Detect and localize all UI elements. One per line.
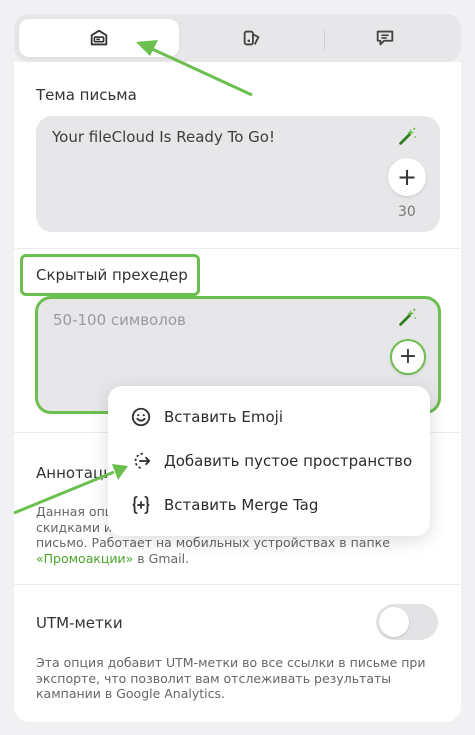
subject-char-counter: 30 [398,204,416,220]
insert-plus-button[interactable]: + [388,158,426,196]
space-arrow-icon [134,452,151,470]
tab-email-settings[interactable] [19,19,179,57]
tab-design[interactable] [182,19,322,57]
palette-icon [243,30,260,46]
insert-menu: Вставить Emoji Добавить пустое пространс… [108,386,430,536]
annotation-desc-suffix: в Gmail. [133,550,190,566]
utm-toggle[interactable] [376,604,438,640]
promo-link[interactable]: «Промоакции» [36,551,133,566]
menu-item-label: Вставить Merge Tag [164,496,319,514]
divider [14,584,461,585]
subject-label: Тема письма [36,86,137,104]
menu-item-label: Добавить пустое пространство [164,452,413,470]
tab-comments[interactable] [314,19,455,57]
magic-wand-icon[interactable] [396,126,418,148]
menu-item-insert-emoji[interactable]: Вставить Emoji [108,395,430,439]
preheader-label: Скрытый прехедер [36,266,188,284]
menu-item-label: Вставить Emoji [164,408,284,426]
subject-input-value[interactable]: Your fileCloud Is Ready To Go! [52,128,275,146]
utm-label: UTM-метки [36,614,123,632]
chat-bubble-icon [376,30,393,46]
insert-plus-button-active[interactable]: + [390,339,426,375]
menu-item-insert-merge-tag[interactable]: Вставить Merge Tag [108,483,430,527]
divider [14,248,461,249]
annotation-desc-line: письмо. Работает на мобильных устройства… [36,535,390,550]
subject-field[interactable]: Your fileCloud Is Ready To Go! + 30 [36,116,440,232]
menu-item-add-space[interactable]: Добавить пустое пространство [108,439,430,483]
emoji-icon [131,407,151,427]
magic-wand-icon[interactable] [396,307,418,329]
tab-bar [14,14,461,62]
merge-tag-icon [132,495,150,515]
envelope-card-icon [90,29,108,46]
utm-description: Эта опция добавит UTM-метки во все ссылк… [36,655,426,701]
annotation-label: Аннотаци [36,464,113,482]
toggle-knob [379,607,409,637]
preheader-placeholder[interactable]: 50-100 символов [53,311,186,329]
